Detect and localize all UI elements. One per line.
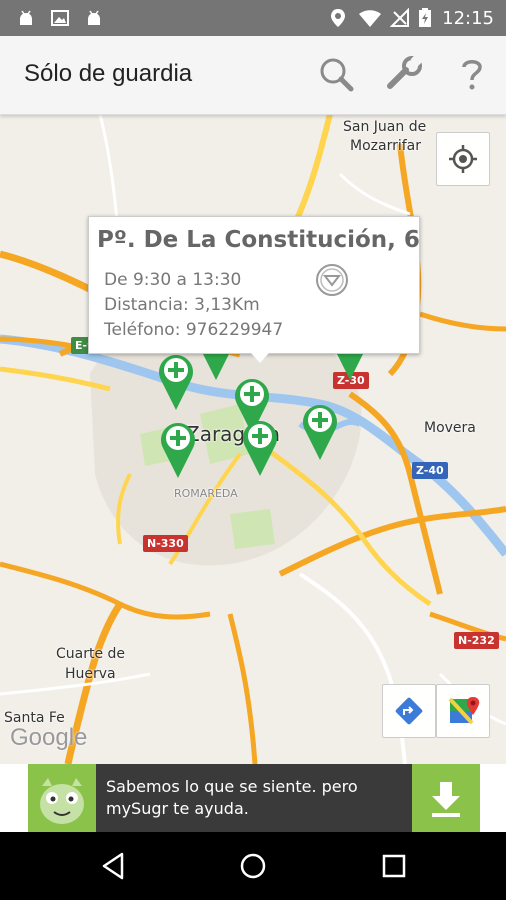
info-window-hours: De 9:30 a 13:30 <box>104 270 242 290</box>
home-icon[interactable] <box>237 850 269 882</box>
info-window-title: Pº. De La Constitución, 6 <box>97 227 420 253</box>
map-label-movera: Movera <box>424 420 476 436</box>
ad-text-line2: mySugr te ayuda. <box>106 799 249 818</box>
location-icon <box>331 9 345 27</box>
ad-logo <box>28 764 96 832</box>
info-window-pointer <box>251 353 269 363</box>
search-icon[interactable] <box>316 54 356 94</box>
action-bar: Sólo de guardia <box>0 36 506 115</box>
pharmacy-pin[interactable] <box>300 400 340 462</box>
recents-icon[interactable] <box>378 850 410 882</box>
road-shield-z40: Z-40 <box>412 462 448 479</box>
map-label-mozarrifar: Mozarrifar <box>350 138 421 154</box>
directions-icon <box>395 697 423 725</box>
crosshair-icon <box>449 145 477 173</box>
road-shield-n330: N-330 <box>143 535 188 552</box>
info-window-distance: Distancia: 3,13Km <box>104 295 260 315</box>
android-icon <box>88 10 100 25</box>
map-label-huerva: Huerva <box>65 666 116 682</box>
app-title: Sólo de guardia <box>24 60 193 87</box>
ad-download-button[interactable] <box>412 764 480 832</box>
battery-charging-icon <box>419 8 431 27</box>
android-icon <box>20 10 32 25</box>
pharmacy-pin[interactable] <box>240 416 280 478</box>
directions-button[interactable] <box>382 684 436 738</box>
map-view[interactable]: San Juan de Mozarrifar Zaragoza ROMAREDA… <box>0 114 506 764</box>
google-logo: Google <box>10 724 88 751</box>
ad-banner[interactable]: Sabemos lo que se siente. pero mySugr te… <box>0 764 506 832</box>
ad-content[interactable]: Sabemos lo que se siente. pero mySugr te… <box>28 764 480 832</box>
image-icon <box>51 10 69 26</box>
info-window[interactable]: Pº. De La Constitución, 6 De 9:30 a 13:3… <box>88 216 420 363</box>
pharmacy-pin[interactable] <box>158 418 198 480</box>
wifi-icon <box>359 10 381 27</box>
google-maps-icon <box>448 697 480 725</box>
pharmacy-pin[interactable] <box>156 350 196 412</box>
open-maps-button[interactable] <box>436 684 490 738</box>
help-icon[interactable] <box>452 54 492 94</box>
map-label-cuarte: Cuarte de <box>56 646 126 662</box>
ad-text-line1: Sabemos lo que se siente. pero <box>106 777 358 796</box>
back-icon[interactable] <box>98 850 130 882</box>
my-location-button[interactable] <box>436 132 490 186</box>
no-signal-icon <box>390 8 409 27</box>
map-label-romareda: ROMAREDA <box>174 487 238 500</box>
mysugr-monster-icon <box>40 778 84 824</box>
clock: 12:15 <box>442 8 494 29</box>
road-shield-n232: N-232 <box>454 632 499 649</box>
expand-icon[interactable] <box>315 263 349 297</box>
map-label-san-juan: San Juan de <box>343 119 427 135</box>
download-icon <box>432 782 460 817</box>
wrench-icon[interactable] <box>384 54 424 94</box>
status-bar: 12:15 <box>0 0 506 36</box>
info-window-phone: Teléfono: 976229947 <box>104 320 284 340</box>
navigation-bar <box>0 832 506 900</box>
ad-text: Sabemos lo que se siente. pero mySugr te… <box>106 776 358 820</box>
